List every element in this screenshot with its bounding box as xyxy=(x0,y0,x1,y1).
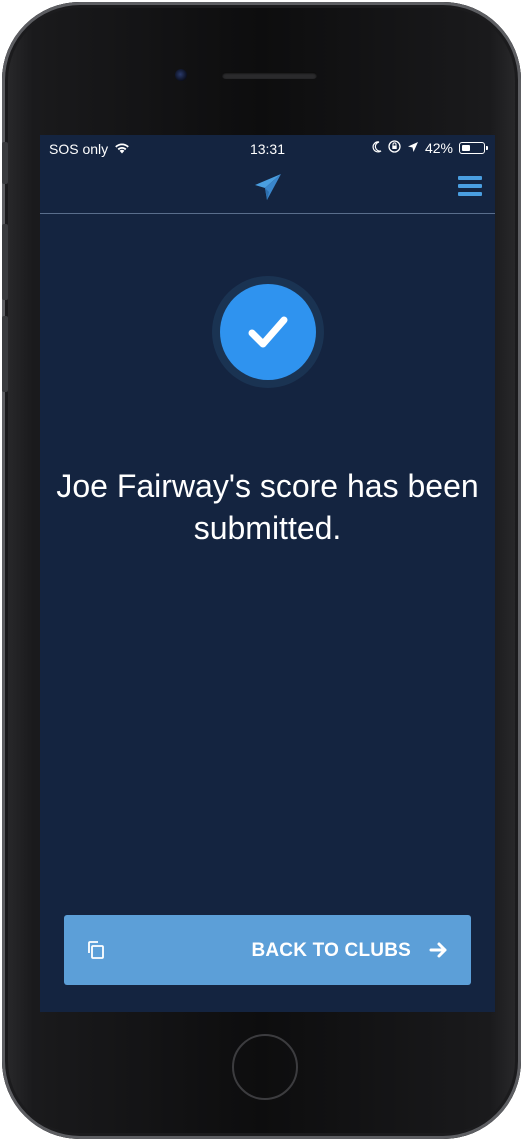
status-right: 42% xyxy=(372,140,488,156)
confirmation-line-2: submitted. xyxy=(193,510,342,546)
paper-plane-icon[interactable] xyxy=(253,172,283,202)
mute-switch xyxy=(2,142,8,184)
app-screen: SOS only 13:31 42% Joe Fairway's score h… xyxy=(40,135,495,1012)
status-bar: SOS only 13:31 42% xyxy=(40,135,495,163)
back-to-clubs-button[interactable]: BACK TO CLUBS xyxy=(64,915,471,985)
earpiece-speaker xyxy=(222,72,317,79)
home-button[interactable] xyxy=(232,1034,298,1100)
front-camera xyxy=(175,69,187,81)
confirmation-message: Joe Fairway's score has been submitted. xyxy=(40,465,495,549)
nav-bar xyxy=(40,163,495,214)
location-arrow-icon xyxy=(407,140,419,156)
back-to-clubs-label: BACK TO CLUBS xyxy=(251,940,411,961)
success-badge xyxy=(212,276,324,388)
volume-down-button xyxy=(2,316,8,392)
moon-icon xyxy=(372,140,382,156)
battery-percent: 42% xyxy=(424,140,453,156)
copy-icon xyxy=(86,940,106,960)
volume-up-button xyxy=(2,224,8,300)
battery-icon xyxy=(459,142,488,154)
battery-level xyxy=(461,144,470,151)
confirmation-line-1: Joe Fairway's score has been xyxy=(56,468,479,504)
checkmark-icon xyxy=(220,284,316,380)
hamburger-menu-icon[interactable] xyxy=(458,176,482,198)
arrow-right-icon xyxy=(429,940,449,960)
orientation-lock-icon xyxy=(388,140,401,156)
